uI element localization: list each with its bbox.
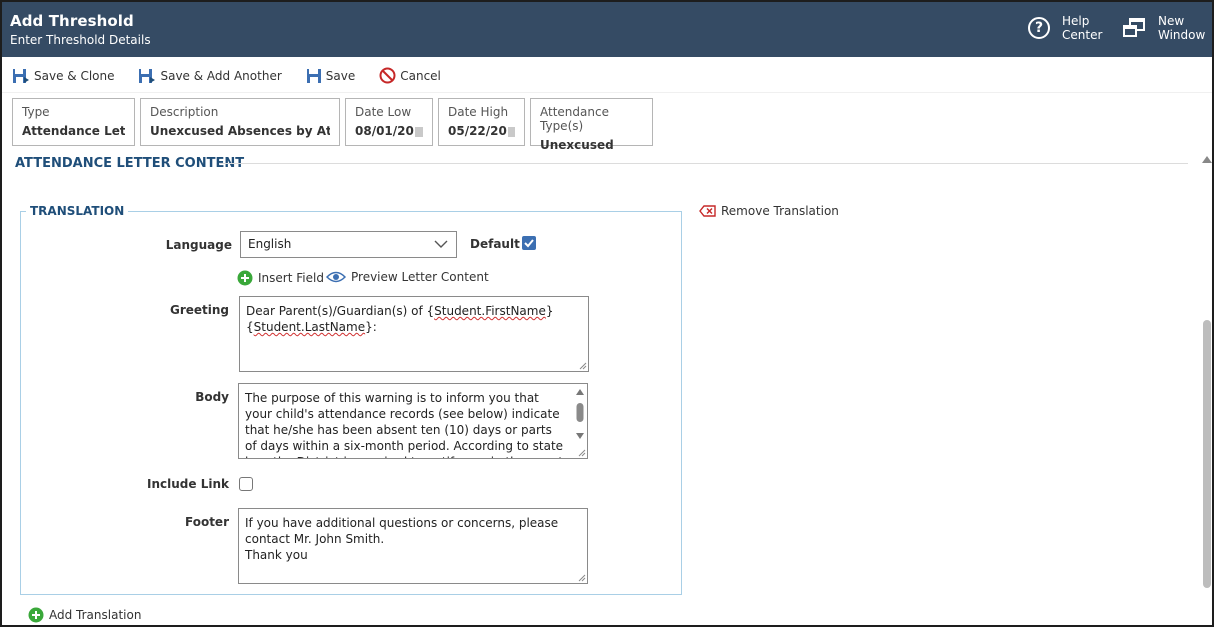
save-clone-label: Save & Clone [34,68,115,83]
body-text: The purpose of this warning is to inform… [245,391,564,458]
page-header: Add Threshold Enter Threshold Details ? … [2,2,1212,57]
new-window-label-line1: New [1158,14,1185,28]
attendance-type-caption: Attendance Type(s) [540,105,609,133]
date-low-value: 08/01/20 [355,124,414,138]
resize-handle-icon[interactable] [579,362,587,370]
check-icon [524,239,534,248]
remove-translation-button[interactable]: Remove Translation [699,204,839,218]
translation-title: TRANSLATION [26,204,129,218]
date-high-value: 05/22/20 [448,124,507,138]
save-add-icon [139,68,156,83]
language-select[interactable]: English [240,231,457,258]
greeting-text-part: Dear Parent(s)/Guardian(s) of { [246,304,435,318]
textarea-scrollbar[interactable] [575,387,585,447]
section-divider [220,163,1188,164]
default-label: Default [470,237,520,251]
help-center-button[interactable]: ? Help Center [1028,14,1102,42]
toolbar: Save & Clone Save & Add Another Save Can… [2,59,1212,93]
insert-field-label: Insert Field [258,271,324,285]
plus-circle-icon [237,270,253,286]
save-add-another-label: Save & Add Another [160,68,282,83]
chevron-down-icon [434,240,448,248]
remove-translation-label: Remove Translation [721,204,839,218]
help-label-line2: Center [1062,28,1103,42]
resize-handle-icon[interactable] [578,574,586,582]
save-icon [306,68,321,83]
plus-circle-icon [28,607,44,623]
greeting-field-firstname: Student.FirstName [434,304,546,318]
footer-textarea[interactable]: If you have additional questions or conc… [238,508,588,584]
description-caption: Description [150,105,219,119]
type-field: Type Attendance Letter [12,98,135,146]
new-window-button[interactable]: New Window [1122,14,1205,42]
default-checkbox[interactable] [522,236,536,250]
cancel-icon [379,67,396,84]
date-high-caption: Date High [448,105,509,119]
preview-letter-button[interactable]: Preview Letter Content [326,270,489,284]
cancel-button[interactable]: Cancel [379,67,441,84]
attendance-type-field: Attendance Type(s) Unexcused [530,98,653,152]
save-add-another-button[interactable]: Save & Add Another [138,68,282,84]
type-caption: Type [22,105,50,119]
body-label: Body [195,390,229,404]
include-link-checkbox[interactable] [239,477,253,491]
greeting-textarea[interactable]: Dear Parent(s)/Guardian(s) of {Student.F… [239,296,589,372]
new-window-icon [1123,18,1145,37]
save-button[interactable]: Save [306,68,355,84]
section-title: ATTENDANCE LETTER CONTENT [15,156,245,171]
description-value: Unexcused Absences by Atte... [150,124,330,138]
include-link-label: Include Link [147,477,229,491]
date-low-field: Date Low 08/01/20 [345,98,433,146]
preview-letter-label: Preview Letter Content [351,270,489,284]
cancel-label: Cancel [400,68,441,83]
add-translation-label: Add Translation [49,608,142,622]
description-field: Description Unexcused Absences by Atte..… [140,98,340,146]
footer-label: Footer [185,515,229,529]
save-clone-icon [13,68,29,83]
date-high-field: Date High 05/22/20 [438,98,525,146]
help-icon: ? [1028,17,1050,39]
resize-handle-icon[interactable] [578,449,586,457]
save-label: Save [325,68,356,83]
greeting-field-lastname: Student.LastName [253,320,366,334]
language-label: Language [165,238,232,252]
scrollbar-thumb[interactable] [1203,320,1211,588]
eye-icon [326,271,346,283]
redacted-mark [507,126,515,137]
attendance-type-value: Unexcused [540,138,614,152]
page-subtitle: Enter Threshold Details [10,33,151,47]
help-label-line1: Help [1062,14,1090,28]
new-window-label-line2: Window [1158,28,1206,42]
page-title: Add Threshold [10,12,134,30]
footer-text-line1: If you have additional questions or conc… [245,516,559,546]
scroll-up-arrow-icon[interactable] [1202,156,1212,163]
greeting-text-part: }: [365,320,377,334]
date-low-caption: Date Low [355,105,412,119]
redacted-mark [414,126,423,137]
greeting-label: Greeting [169,303,229,317]
app-window: Add Threshold Enter Threshold Details ? … [0,0,1214,627]
footer-text-line2: Thank you [245,548,308,562]
insert-field-button[interactable]: Insert Field [237,270,324,286]
language-value: English [248,237,292,251]
add-translation-button[interactable]: Add Translation [28,607,141,623]
save-clone-button[interactable]: Save & Clone [12,68,114,84]
body-textarea[interactable]: The purpose of this warning is to inform… [238,383,588,459]
remove-icon [699,205,716,217]
type-value: Attendance Letter [22,124,125,138]
